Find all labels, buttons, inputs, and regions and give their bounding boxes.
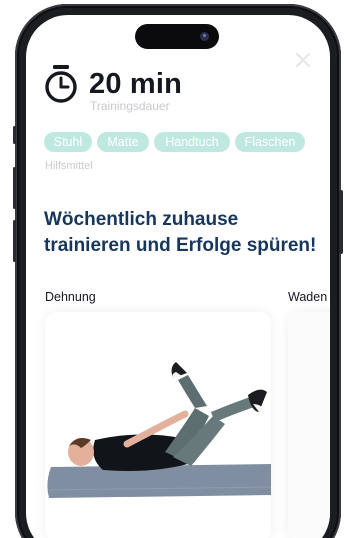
exercise-title: Dehnung	[45, 290, 96, 304]
equipment-chip-flaschen: Flaschen	[235, 132, 305, 152]
stopwatch-icon	[44, 64, 78, 104]
exercise-card-waden[interactable]	[288, 312, 330, 538]
app-screen: 20 min Trainingsdauer Stuhl Matte Handtu…	[26, 15, 330, 538]
phone-volume-up-button	[13, 167, 16, 209]
exercise-card-dehnung[interactable]	[45, 312, 271, 538]
workout-duration-label: Trainingsdauer	[90, 99, 170, 113]
close-icon	[296, 53, 310, 67]
phone-power-button	[339, 190, 343, 254]
phone-action-button	[13, 126, 16, 144]
dynamic-island	[135, 24, 219, 49]
phone-volume-down-button	[13, 220, 16, 262]
workout-duration-value: 20 min	[89, 68, 183, 100]
exercise-illustration	[47, 362, 271, 498]
equipment-chip-matte: Matte	[97, 132, 149, 152]
front-camera-icon	[200, 32, 209, 41]
page: 20 min Trainingsdauer Stuhl Matte Handtu…	[0, 0, 344, 538]
equipment-label: Hilfsmittel	[45, 160, 93, 172]
equipment-chip-handtuch: Handtuch	[154, 132, 230, 152]
exercise-title: Waden	[288, 290, 328, 304]
page-headline: Wöchentlich zuhause trainieren und Erfol…	[44, 209, 317, 256]
close-button[interactable]	[294, 51, 312, 69]
equipment-chip-stuhl: Stuhl	[44, 132, 92, 152]
